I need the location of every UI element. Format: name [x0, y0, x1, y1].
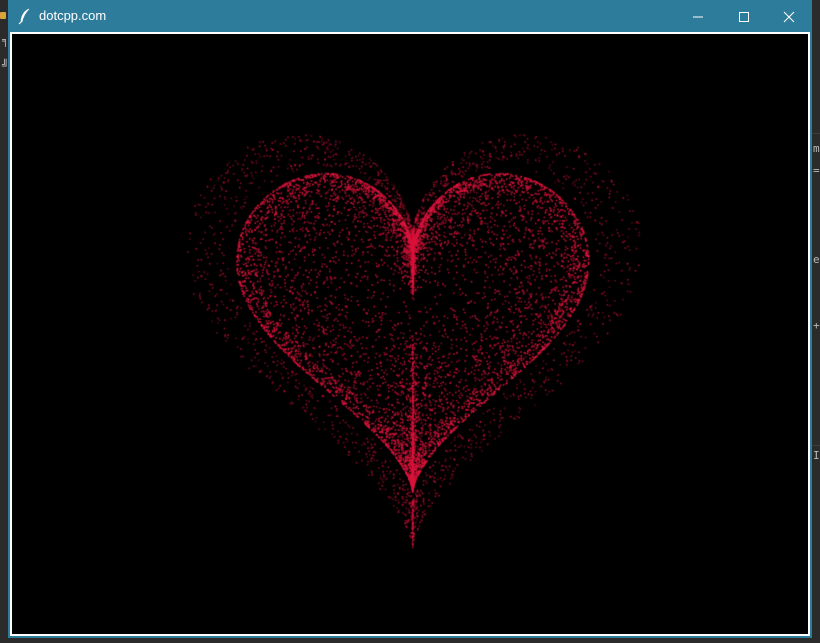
- desktop: ╕ ╝ m = e + I dotcpp.com: [0, 0, 820, 643]
- background-editor-divider: [812, 133, 820, 134]
- maximize-icon: [739, 11, 749, 22]
- background-editor-glyph: I: [813, 449, 820, 462]
- feather-icon: [18, 8, 30, 25]
- background-editor-glyph: =: [813, 164, 820, 177]
- title-bar[interactable]: dotcpp.com: [9, 1, 811, 32]
- folder-icon: [0, 12, 6, 19]
- close-button[interactable]: [766, 1, 812, 32]
- background-editor-glyph: m: [813, 142, 820, 155]
- background-editor-glyph: e: [813, 253, 820, 266]
- drawing-canvas[interactable]: [12, 34, 808, 634]
- minimize-button[interactable]: [675, 1, 721, 32]
- background-editor-glyph: +: [813, 319, 820, 332]
- app-window: dotcpp.com: [8, 0, 812, 638]
- minimize-icon: [693, 16, 703, 17]
- window-client-area: [10, 32, 810, 636]
- background-editor-divider: [812, 445, 820, 446]
- close-icon: [783, 11, 795, 22]
- maximize-button[interactable]: [721, 1, 767, 32]
- heart-particle-animation: [12, 34, 808, 634]
- window-title: dotcpp.com: [39, 8, 107, 23]
